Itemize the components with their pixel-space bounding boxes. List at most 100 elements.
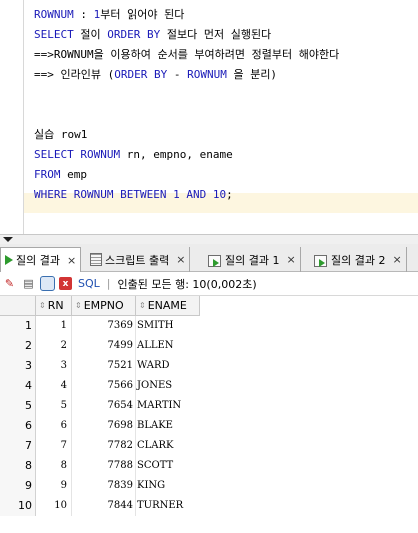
code-line[interactable]: ==> 인라인뷰 (ORDER BY - ROWNUM 을 분리): [34, 65, 277, 85]
collapse-arrow-icon[interactable]: [3, 237, 13, 242]
sql-button[interactable]: SQL: [78, 277, 100, 290]
query-grid-icon: [314, 254, 328, 267]
cell-rn[interactable]: 2: [36, 336, 72, 356]
row-number-cell: 7: [0, 436, 36, 456]
row-number-cell: 10: [0, 496, 36, 516]
fetch-status-text: 인출된 모든 행: 10(0,002초): [117, 277, 257, 291]
sort-icon[interactable]: ⇕: [39, 301, 46, 310]
close-icon[interactable]: ×: [392, 253, 401, 266]
row-number-cell: 1: [0, 316, 36, 336]
cell-rn[interactable]: 1: [36, 316, 72, 336]
query-grid-icon: [208, 254, 222, 267]
code-text: ==>ROWNUM을 이용하여 순서를 부여하려면 정렬부터 해야한다: [34, 48, 340, 61]
sql-keyword: ORDER BY: [114, 68, 168, 81]
script-icon: [90, 253, 102, 266]
cell-rn[interactable]: 5: [36, 396, 72, 416]
row-number-cell: 4: [0, 376, 36, 396]
cell-empno[interactable]: 7654: [72, 396, 136, 416]
sql-editor[interactable]: ROWNUM : 1부터 읽어야 된다 SELECT 절이 ORDER BY 절보…: [0, 0, 418, 234]
cell-empno[interactable]: 7566: [72, 376, 136, 396]
delete-icon[interactable]: x: [59, 277, 72, 290]
panel-splitter[interactable]: [0, 234, 418, 244]
close-icon[interactable]: ×: [286, 253, 295, 266]
cell-ename[interactable]: MARTIN: [136, 396, 200, 416]
print-icon[interactable]: ▤: [21, 276, 36, 291]
row-number-header: [0, 296, 36, 316]
row-number-cell: 8: [0, 456, 36, 476]
column-header-ename[interactable]: ⇕ ENAME: [136, 296, 200, 316]
sql-keyword: ROWNUM: [187, 68, 227, 81]
column-header-label: RN: [47, 299, 64, 312]
cell-ename[interactable]: BLAKE: [136, 416, 200, 436]
cell-ename[interactable]: JONES: [136, 376, 200, 396]
cell-empno[interactable]: 7369: [72, 316, 136, 336]
cell-rn[interactable]: 7: [36, 436, 72, 456]
sort-icon[interactable]: ⇕: [75, 301, 82, 310]
cell-rn[interactable]: 10: [36, 496, 72, 516]
sql-keyword: WHERE: [34, 188, 68, 201]
code-line[interactable]: WHERE ROWNUM BETWEEN 1 AND 10;: [34, 185, 233, 205]
code-text: ==> 인라인뷰 (: [34, 68, 115, 81]
code-text: emp: [60, 168, 87, 181]
cell-ename[interactable]: SCOTT: [136, 456, 200, 476]
column-header-empno[interactable]: ⇕ EMPNO: [72, 296, 136, 316]
cell-rn[interactable]: 6: [36, 416, 72, 436]
code-line[interactable]: ROWNUM : 1부터 읽어야 된다: [34, 5, 184, 25]
code-text: 부터 읽어야 된다: [100, 8, 185, 21]
row-number-cell: 3: [0, 356, 36, 376]
cell-rn[interactable]: 9: [36, 476, 72, 496]
code-text: 실습 row1: [34, 128, 88, 141]
sql-keyword: ORDER BY: [107, 28, 161, 41]
cell-rn[interactable]: 3: [36, 356, 72, 376]
code-text: rn, empno, ename: [120, 148, 233, 161]
play-icon: [5, 255, 13, 265]
cell-ename[interactable]: SMITH: [136, 316, 200, 336]
cell-empno[interactable]: 7782: [72, 436, 136, 456]
code-line[interactable]: SELECT 절이 ORDER BY 절보다 먼저 실행된다: [34, 25, 271, 45]
code-line[interactable]: ==>ROWNUM을 이용하여 순서를 부여하려면 정렬부터 해야한다: [34, 45, 339, 65]
cell-empno[interactable]: 7521: [72, 356, 136, 376]
tab-script-output[interactable]: 스크립트 출력 ×: [86, 247, 191, 272]
cell-ename[interactable]: CLARK: [136, 436, 200, 456]
cell-ename[interactable]: ALLEN: [136, 336, 200, 356]
code-line[interactable]: SELECT ROWNUM rn, empno, ename: [34, 145, 233, 165]
cell-empno[interactable]: 7698: [72, 416, 136, 436]
cell-rn[interactable]: 8: [36, 456, 72, 476]
code-text: :: [73, 8, 94, 21]
editor-gutter: [0, 0, 24, 234]
toolbar-separator: |: [106, 277, 111, 290]
sql-keyword: ROWNUM: [73, 188, 114, 201]
cell-rn[interactable]: 4: [36, 376, 72, 396]
sql-keyword: AND: [186, 188, 207, 201]
code-line[interactable]: 실습 row1: [34, 125, 87, 145]
cell-empno[interactable]: 7844: [72, 496, 136, 516]
sort-icon[interactable]: ⇕: [139, 301, 146, 310]
column-header-label: EMPNO: [83, 299, 124, 312]
cell-ename[interactable]: TURNER: [136, 496, 200, 516]
column-header-rn[interactable]: ⇕ RN: [36, 296, 72, 316]
sql-keyword: SELECT: [34, 28, 74, 41]
tab-query-result-2[interactable]: 질의 결과 2 ×: [310, 247, 407, 272]
code-text: 을 분리): [226, 68, 278, 81]
sql-keyword: SELECT: [34, 148, 74, 161]
code-text: ;: [226, 188, 233, 201]
cell-empno[interactable]: 7499: [72, 336, 136, 356]
code-line[interactable]: FROM emp: [34, 165, 87, 185]
cell-empno[interactable]: 7788: [72, 456, 136, 476]
code-text: 절이: [73, 28, 108, 41]
cell-ename[interactable]: WARD: [136, 356, 200, 376]
cell-ename[interactable]: KING: [136, 476, 200, 496]
sql-keyword: ROWNUM: [34, 8, 74, 21]
row-number-cell: 5: [0, 396, 36, 416]
close-icon[interactable]: ×: [176, 253, 185, 266]
tab-query-result-1[interactable]: 질의 결과 1 ×: [204, 247, 301, 272]
code-text: 절보다 먼저 실행된다: [160, 28, 272, 41]
pin-icon[interactable]: ✎: [2, 276, 17, 291]
tab-label: 질의 결과: [16, 254, 60, 267]
tab-label: 질의 결과 2: [331, 253, 386, 267]
refresh-icon[interactable]: [40, 276, 55, 291]
tab-query-result[interactable]: 질의 결과 ×: [0, 247, 82, 272]
cell-empno[interactable]: 7839: [72, 476, 136, 496]
close-icon[interactable]: ×: [67, 254, 76, 267]
